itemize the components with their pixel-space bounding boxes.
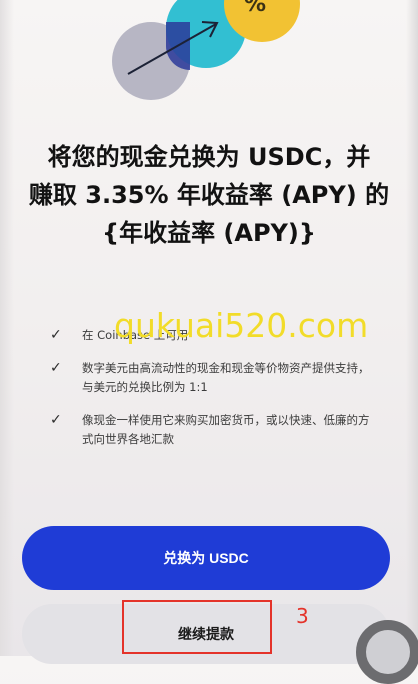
growth-arrow-icon [127,21,219,75]
feature-text: 像现金一样使用它来购买加密货币，或以快速、低廉的方式向世界各地汇款 [82,413,370,446]
check-icon: ✓ [50,360,62,376]
page-title: 将您的现金兑换为 USDC，并 赚取 3.35% 年收益率 (APY) 的 {年… [20,138,398,252]
check-icon: ✓ [50,412,62,428]
feature-item: ✓ 数字美元由高流动性的现金和现金等价物资产提供支持，与美元的兑换比例为 1:1 [44,359,374,397]
feature-text: 数字美元由高流动性的现金和现金等价物资产提供支持，与美元的兑换比例为 1:1 [82,361,370,394]
watermark-text: qukuai520.com [114,306,369,345]
annotation-highlight-box [122,600,272,654]
hero-illustration: % [0,0,418,120]
title-line-3: {年收益率 (APY)} [101,219,316,247]
annotation-step-number: 3 [296,604,309,628]
convert-to-usdc-button[interactable]: 兑换为 USDC [22,526,390,590]
title-line-1: 将您的现金兑换为 USDC，并 [47,143,371,171]
check-icon: ✓ [50,327,62,343]
percent-icon: % [244,0,267,17]
feature-item: ✓ 像现金一样使用它来购买加密货币，或以快速、低廉的方式向世界各地汇款 [44,411,374,449]
title-line-2: 赚取 3.35% 年收益率 (APY) 的 [28,181,390,209]
feature-list: ✓ 在 Coinbase 上可用 ✓ 数字美元由高流动性的现金和现金等价物资产提… [44,326,374,463]
floating-assist-icon[interactable] [356,620,418,684]
